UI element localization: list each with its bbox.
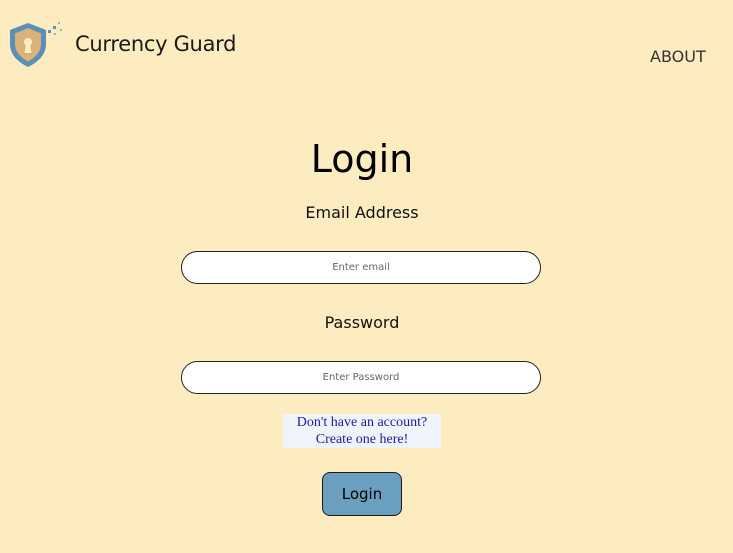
create-account-link[interactable]: Don't have an account? Create one here! [283,414,441,448]
create-account-link-line1: Don't have an account? [296,415,428,430]
login-button[interactable]: Login [322,472,402,516]
nav-about-link[interactable]: ABOUT [650,47,706,66]
password-label: Password [324,313,400,332]
create-account-link-line2: Create one here! [315,432,409,447]
email-label: Email Address [305,203,419,222]
page-title: Login [310,137,414,181]
email-input[interactable] [181,251,541,284]
site-header: Currency Guard ABOUT [0,0,733,90]
shield-keyhole-icon[interactable] [6,20,66,70]
password-input[interactable] [181,361,541,394]
brand-name: Currency Guard [75,32,237,56]
